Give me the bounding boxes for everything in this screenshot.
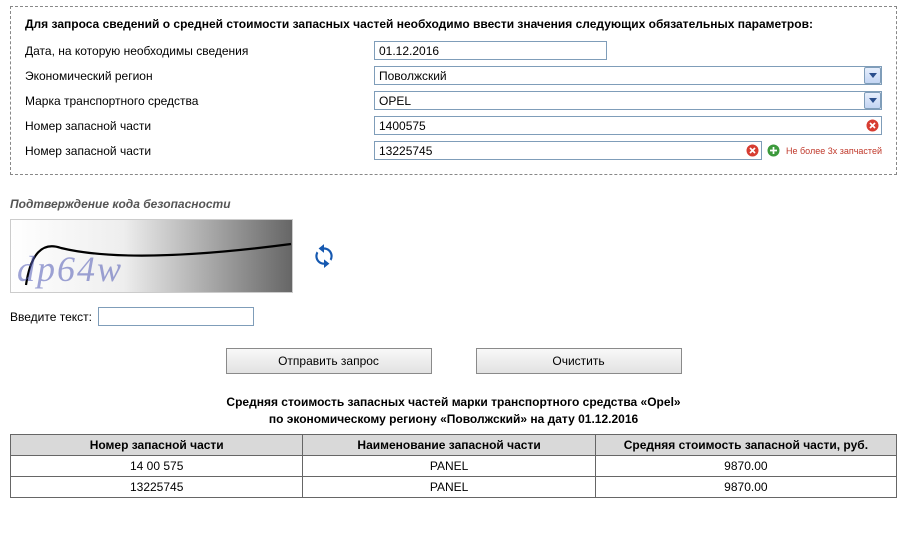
table-row: 13225745 PANEL 9870.00 [11,476,897,497]
region-label: Экономический регион [25,69,370,83]
part2-input[interactable] [374,141,762,160]
col-price: Средняя стоимость запасной части, руб. [595,434,896,455]
brand-select[interactable] [374,91,882,110]
date-input[interactable] [374,41,607,60]
col-part-name: Наименование запасной части [303,434,595,455]
cell-part-name: PANEL [303,476,595,497]
cell-part-number: 14 00 575 [11,455,303,476]
limit-note: Не более 3х запчастей [786,146,882,156]
date-label: Дата, на которую необходимы сведения [25,44,370,58]
captcha-image: dp64w [10,219,293,293]
submit-button[interactable]: Отправить запрос [226,348,432,374]
row-brand: Марка транспортного средства [25,91,882,110]
chevron-down-icon[interactable] [864,92,881,109]
part2-label: Номер запасной части [25,144,370,158]
row-region: Экономический регион [25,66,882,85]
cell-price: 9870.00 [595,476,896,497]
region-select[interactable] [374,66,882,85]
refresh-icon[interactable] [311,242,337,271]
delete-icon[interactable] [865,118,879,132]
captcha-title: Подтверждение кода безопасности [10,197,897,211]
row-part1: Номер запасной части [25,116,882,135]
captcha-section: Подтверждение кода безопасности dp64w Вв… [10,197,897,326]
brand-label: Марка транспортного средства [25,94,370,108]
query-form-panel: Для запроса сведений о средней стоимости… [10,6,897,175]
col-part-number: Номер запасной части [11,434,303,455]
captcha-value: dp64w [17,248,123,290]
results-title: Средняя стоимость запасных частей марки … [10,394,897,428]
captcha-input[interactable] [98,307,254,326]
clear-button[interactable]: Очистить [476,348,682,374]
results-title-line1: Средняя стоимость запасных частей марки … [226,395,680,409]
button-row: Отправить запрос Очистить [10,348,897,374]
table-header-row: Номер запасной части Наименование запасн… [11,434,897,455]
plus-icon[interactable] [766,144,780,158]
cell-price: 9870.00 [595,455,896,476]
chevron-down-icon[interactable] [864,67,881,84]
row-date: Дата, на которую необходимы сведения [25,41,882,60]
row-part2: Номер запасной части Не более 3х запчаст… [25,141,882,160]
part1-input[interactable] [374,116,882,135]
results-title-line2: по экономическому региону «Поволжский» н… [269,412,638,426]
captcha-enter-label: Введите текст: [10,310,92,324]
results-table: Номер запасной части Наименование запасн… [10,434,897,498]
table-row: 14 00 575 PANEL 9870.00 [11,455,897,476]
cell-part-name: PANEL [303,455,595,476]
part1-label: Номер запасной части [25,119,370,133]
delete-icon[interactable] [745,143,759,157]
form-heading: Для запроса сведений о средней стоимости… [25,17,882,31]
cell-part-number: 13225745 [11,476,303,497]
